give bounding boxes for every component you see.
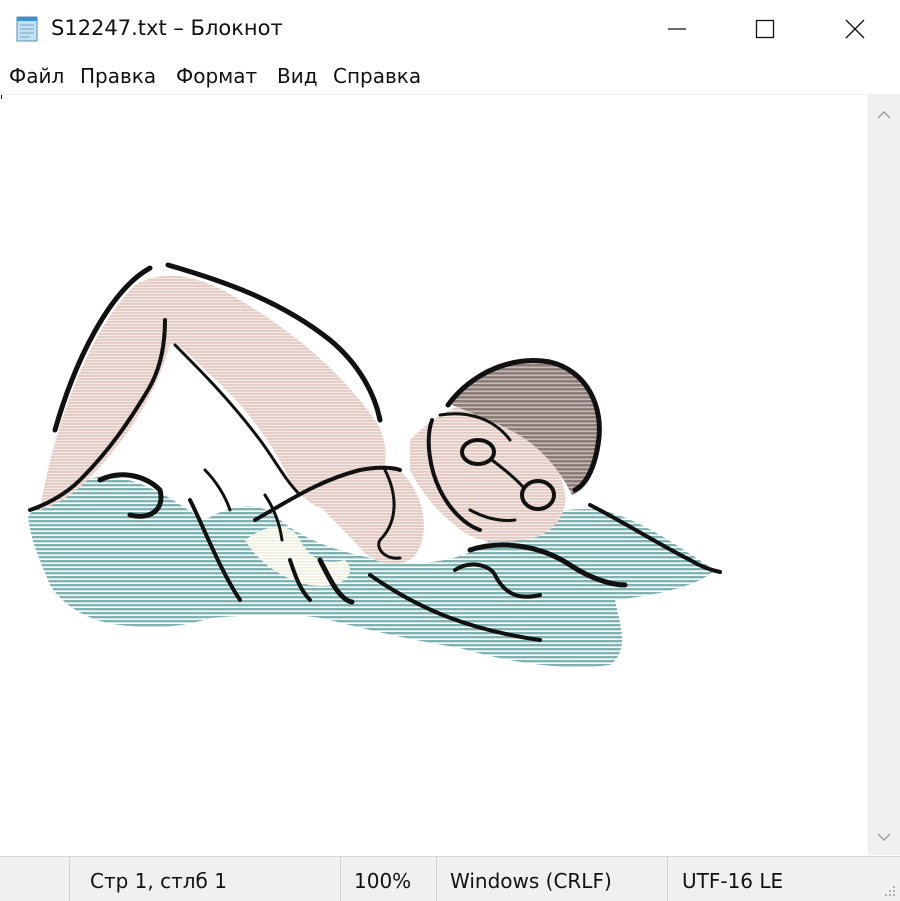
minimize-button[interactable] [632,0,722,58]
status-zoom: 100% [354,869,412,893]
close-button[interactable] [810,0,900,58]
vertical-scrollbar[interactable] [868,95,900,855]
text-editor-area[interactable] [0,95,868,855]
resize-grip-icon[interactable] [882,883,896,897]
window-title: S12247.txt – Блокнот [51,16,283,40]
chevron-down-icon [877,833,891,842]
status-line-endings: Windows (CRLF) [450,869,612,893]
status-zoom-cell: 100% [340,857,436,901]
status-bar: Стр 1, стлб 1 100% Windows (CRLF) UTF-16… [0,856,900,901]
status-position-cell: Стр 1, стлб 1 [69,857,340,901]
minimize-icon [668,28,686,30]
chevron-up-icon [877,110,891,119]
text-caret [1,95,2,99]
close-icon [845,19,865,39]
status-position: Стр 1, стлб 1 [90,869,227,893]
title-bar[interactable]: S12247.txt – Блокнот [0,0,900,58]
menu-format[interactable]: Формат [176,64,257,88]
scroll-down-button[interactable] [868,819,900,855]
menu-edit[interactable]: Правка [80,64,156,88]
scroll-up-button[interactable] [868,97,900,133]
menu-view[interactable]: Вид [277,64,318,88]
status-encoding-cell: UTF-16 LE [667,857,868,901]
menu-bar: Файл Правка Формат Вид Справка [0,58,900,95]
notepad-icon [16,16,38,42]
swimmer-clipart [28,262,722,668]
menu-file[interactable]: Файл [9,64,64,88]
maximize-button[interactable] [720,0,810,58]
status-line-endings-cell: Windows (CRLF) [436,857,667,901]
status-encoding: UTF-16 LE [682,869,784,893]
menu-help[interactable]: Справка [333,64,421,88]
maximize-icon [755,19,775,39]
